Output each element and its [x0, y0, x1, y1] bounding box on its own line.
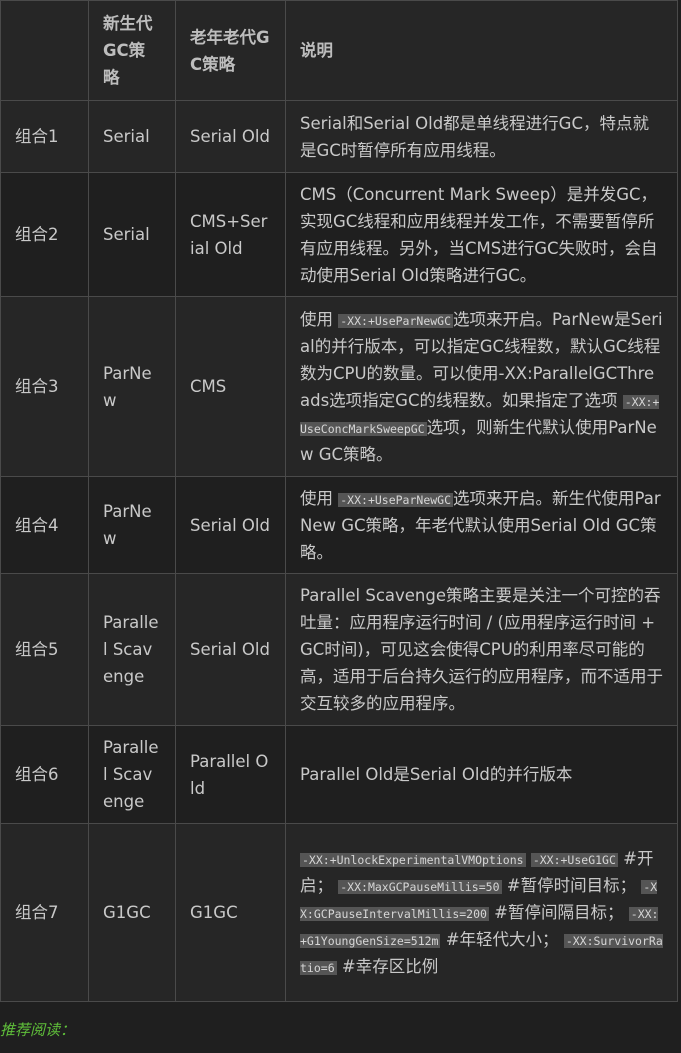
old-gen-cell: G1GC [175, 823, 286, 1002]
header-young-gen: 新生代GC策略 [88, 0, 176, 101]
code-option: -XX:+UnlockExperimentalVMOptions [300, 853, 526, 867]
description-text: Parallel Scavenge策略主要是关注一个可控的吞吐量：应用程序运行时… [300, 586, 663, 713]
code-option: -XX:MaxGCPauseMillis=50 [338, 880, 502, 894]
old-gen-cell: Parallel Old [175, 725, 286, 824]
description-text: #暂停间隔目标； [488, 903, 629, 922]
description-text: #暂停时间目标； [501, 876, 642, 895]
description-text: Parallel Old是Serial Old的并行版本 [300, 765, 573, 784]
combo-cell: 组合2 [0, 172, 89, 297]
description-text: 使用 [300, 488, 333, 508]
table-row: 组合7 G1GC G1GC -XX:+UnlockExperimentalVMO… [0, 823, 678, 1002]
table-header-row: 新生代GC策略 老年老代GC策略 说明 [0, 0, 678, 101]
description-cell: 使用 -XX:+UseParNewGC 选项来开启。ParNew是Serial的并… [285, 296, 678, 477]
header-description: 说明 [285, 0, 678, 101]
table-row: 组合4 ParNew Serial Old 使用 -XX:+UseParNewG… [0, 476, 678, 574]
combo-cell: 组合3 [0, 296, 89, 477]
description-cell: Parallel Old是Serial Old的并行版本 [285, 725, 678, 824]
description-cell: Parallel Scavenge策略主要是关注一个可控的吞吐量：应用程序运行时… [285, 573, 678, 726]
description-cell: CMS（Concurrent Mark Sweep）是并发GC，实现GC线程和应… [285, 172, 678, 297]
combo-cell: 组合5 [0, 573, 89, 726]
combo-cell: 组合6 [0, 725, 89, 824]
description-cell: -XX:+UnlockExperimentalVMOptions -XX:+Us… [285, 823, 678, 1002]
header-old-gen: 老年老代GC策略 [175, 0, 286, 101]
combo-cell: 组合1 [0, 100, 89, 173]
recommended-reading-heading: 推荐阅读： [0, 1021, 76, 1039]
old-gen-cell: CMS [175, 296, 286, 477]
description-cell: 使用 -XX:+UseParNewGC 选项来开启。新生代使用ParNew GC策… [285, 476, 678, 574]
old-gen-cell: CMS+Serial Old [175, 172, 286, 297]
description-text: #幸存区比例 [336, 957, 439, 976]
header-empty [0, 0, 89, 101]
table-row: 组合5 Parallel Scavenge Serial Old Paralle… [0, 573, 678, 726]
description-cell: Serial和Serial Old都是单线程进行GC，特点就是GC时暂停所有应用… [285, 100, 678, 173]
old-gen-cell: Serial Old [175, 573, 286, 726]
gc-strategy-table: 新生代GC策略 老年老代GC策略 说明 组合1 Serial Serial Ol… [0, 0, 678, 1002]
description-text: Serial和Serial Old都是单线程进行GC，特点就是GC时暂停所有应用… [300, 113, 649, 160]
table-row: 组合3 ParNew CMS 使用 -XX:+UseParNewGC 选项来开启。… [0, 296, 678, 477]
table-row: 组合2 Serial CMS+Serial Old CMS（Concurrent… [0, 172, 678, 297]
young-gen-cell: Parallel Scavenge [88, 573, 176, 726]
combo-cell: 组合4 [0, 476, 89, 574]
code-option: -XX:+UseParNewGC [338, 492, 454, 507]
young-gen-cell: ParNew [88, 476, 176, 574]
combo-cell: 组合7 [0, 823, 89, 1002]
code-option: -XX:+UseParNewGC [338, 313, 454, 328]
table-row: 组合6 Parallel Scavenge Parallel Old Paral… [0, 725, 678, 824]
young-gen-cell: Serial [88, 100, 176, 173]
description-text: 使用 [300, 309, 333, 329]
old-gen-cell: Serial Old [175, 100, 286, 173]
old-gen-cell: Serial Old [175, 476, 286, 574]
description-text: CMS（Concurrent Mark Sweep）是并发GC，实现GC线程和应… [300, 184, 658, 285]
table-row: 组合1 Serial Serial Old Serial和Serial Old都… [0, 100, 678, 173]
young-gen-cell: Serial [88, 172, 176, 297]
code-option: -XX:+UseG1GC [530, 853, 618, 867]
young-gen-cell: ParNew [88, 296, 176, 477]
description-text: #年轻代大小； [440, 930, 564, 949]
young-gen-cell: G1GC [88, 823, 176, 1002]
young-gen-cell: Parallel Scavenge [88, 725, 176, 824]
